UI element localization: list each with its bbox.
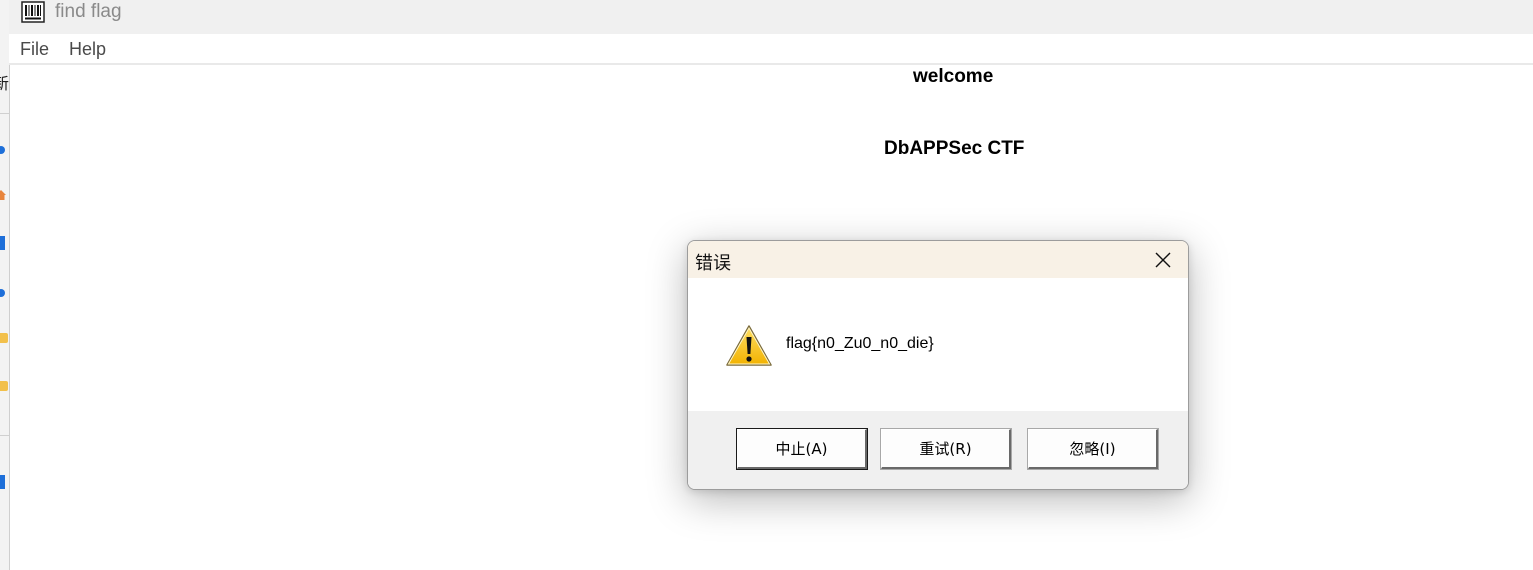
- background-divider: [0, 113, 9, 114]
- dialog-titlebar[interactable]: 错误: [688, 241, 1188, 278]
- background-blue-icon: [0, 289, 5, 297]
- error-dialog: 错误 flag{n0_Zu0_n0_die} 中止(A) 重试(R) 忽略(I): [687, 240, 1189, 490]
- warning-icon: [726, 325, 772, 366]
- ignore-button[interactable]: 忽略(I): [1027, 428, 1159, 470]
- menu-bar: File Help: [9, 34, 1533, 65]
- dialog-body: flag{n0_Zu0_n0_die}: [688, 278, 1188, 411]
- background-blue-icon: [0, 236, 5, 250]
- dialog-footer: 中止(A) 重试(R) 忽略(I): [688, 411, 1188, 489]
- menu-help[interactable]: Help: [69, 39, 106, 60]
- window-title: find flag: [55, 1, 122, 22]
- ctf-title-label: DbAPPSec CTF: [884, 138, 1025, 159]
- menu-file[interactable]: File: [20, 39, 49, 60]
- background-blue-icon: [0, 475, 5, 489]
- welcome-label: welcome: [913, 66, 994, 87]
- folder-icon: [0, 381, 8, 391]
- background-window-text: 新: [0, 70, 9, 94]
- barcode-icon: [21, 1, 45, 23]
- background-window-edge: 新: [0, 0, 10, 570]
- abort-button[interactable]: 中止(A): [736, 428, 868, 470]
- retry-button[interactable]: 重试(R): [880, 428, 1012, 470]
- window-titlebar[interactable]: find flag: [9, 0, 1533, 34]
- dialog-close-button[interactable]: [1138, 241, 1188, 278]
- home-icon: [0, 190, 6, 200]
- dialog-title: 错误: [695, 253, 731, 274]
- folder-icon: [0, 333, 8, 343]
- dialog-message: flag{n0_Zu0_n0_die}: [786, 335, 934, 352]
- close-icon: [1155, 252, 1171, 267]
- background-blue-icon: [0, 146, 5, 154]
- background-divider: [0, 435, 9, 436]
